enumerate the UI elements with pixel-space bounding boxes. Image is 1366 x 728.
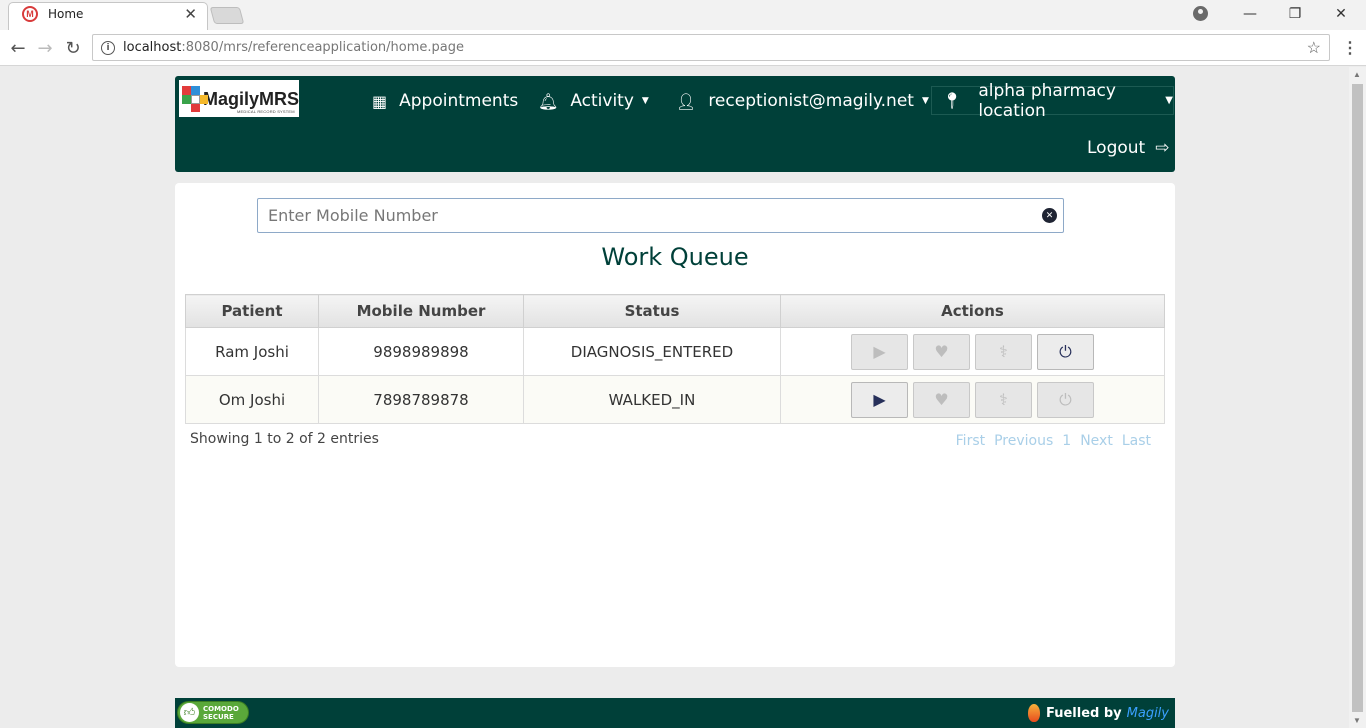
clear-search-icon[interactable]: ✕ (1042, 208, 1057, 223)
heartbeat-icon: ♥ (934, 342, 949, 361)
address-bar[interactable]: i localhost:8080/mrs/referenceapplicatio… (92, 34, 1330, 61)
browser-tab-title: Home (48, 7, 84, 21)
scroll-down-arrow-icon[interactable]: ▼ (1353, 716, 1361, 725)
calendar-icon: ▦ (372, 91, 388, 111)
chevron-down-icon: ▼ (1165, 95, 1173, 106)
play-icon: ▶ (873, 390, 886, 409)
browser-tabstrip: M Home ✕ — ❐ ✕ (0, 0, 1366, 30)
restore-button[interactable]: ❐ (1272, 0, 1318, 28)
logout-button[interactable]: Logout ⇨ (1087, 138, 1169, 158)
start-visit-button[interactable]: ▶ (851, 381, 908, 418)
url-text[interactable]: localhost:8080/mrs/referenceapplication/… (123, 40, 1307, 55)
map-marker-icon: 📍︎ (942, 91, 963, 110)
comodo-secure-badge[interactable]: 👍︎ COMODO SECURE (177, 701, 249, 724)
location-selector[interactable]: 📍︎ alpha pharmacy location ▼ (931, 81, 1174, 121)
logout-label: Logout (1087, 138, 1146, 158)
table-row: Om Joshi 7898789878 WALKED_IN ▶ ♥ ⚕ ⏻ (185, 375, 1165, 424)
column-header-patient[interactable]: Patient (185, 294, 319, 328)
pager-next[interactable]: Next (1080, 433, 1113, 449)
work-queue-table: Patient Mobile Number Status Actions Ram… (185, 294, 1165, 424)
pager-first[interactable]: First (956, 433, 985, 449)
nav-activity-label: Activity (570, 91, 634, 111)
location-label: alpha pharmacy location (978, 80, 1116, 121)
status-cell: DIAGNOSIS_ENTERED (523, 327, 781, 376)
end-visit-button[interactable]: ⏻ (1037, 381, 1094, 418)
close-tab-icon[interactable]: ✕ (184, 5, 197, 23)
logo-subtitle: MEDICAL RECORD SYSTEM (237, 109, 295, 114)
entries-info: Showing 1 to 2 of 2 entries (190, 431, 379, 447)
new-tab-button[interactable] (209, 7, 245, 24)
reload-icon[interactable]: ↻ (61, 36, 85, 60)
back-arrow-icon[interactable]: ← (6, 36, 30, 60)
table-row: Ram Joshi 9898989898 DIAGNOSIS_ENTERED ▶… (185, 327, 1165, 376)
nav-appointments[interactable]: ▦ Appointments (372, 90, 518, 112)
comodo-badge-text: COMODO SECURE (203, 704, 239, 721)
heartbeat-icon: ♥ (934, 390, 949, 409)
chevron-down-icon: ▼ (921, 96, 929, 106)
browser-menu-icon[interactable]: ⋮ (1342, 38, 1358, 58)
fuelled-by: Fuelled by Magily (1027, 704, 1169, 722)
pager-page-1[interactable]: 1 (1062, 433, 1071, 449)
mobile-number-input[interactable] (268, 200, 1042, 231)
scrollbar-thumb[interactable] (1352, 84, 1363, 712)
app-header: MagilyMRS MEDICAL RECORD SYSTEM ▦ Appoin… (175, 76, 1175, 172)
patient-name-cell: Ram Joshi (185, 327, 319, 376)
logo-text: MagilyMRS (202, 88, 299, 109)
logo-cross-icon (182, 85, 208, 112)
column-header-mobile[interactable]: Mobile Number (318, 294, 524, 328)
power-icon: ⏻ (1059, 341, 1072, 361)
bookmark-star-icon[interactable]: ☆ (1307, 38, 1321, 58)
mobile-number-cell: 9898989898 (318, 327, 524, 376)
vitals-button[interactable]: ♥ (913, 333, 970, 370)
play-icon: ▶ (873, 342, 886, 361)
flame-icon (1027, 704, 1040, 722)
mobile-number-cell: 7898789878 (318, 375, 524, 424)
nav-activity[interactable]: 🔔︎ Activity ▼ (538, 90, 649, 112)
consultation-button[interactable]: ⚕ (975, 381, 1032, 418)
thumbs-up-icon: 👍︎ (180, 703, 199, 722)
forward-arrow-icon[interactable]: → (33, 36, 57, 60)
table-header-row: Patient Mobile Number Status Actions (185, 294, 1165, 328)
start-visit-button[interactable]: ▶ (851, 333, 908, 370)
stethoscope-icon: ⚕ (999, 342, 1008, 361)
column-header-actions: Actions (780, 294, 1165, 328)
fuelled-by-label: Fuelled by (1045, 705, 1122, 721)
vitals-button[interactable]: ♥ (913, 381, 970, 418)
column-header-status[interactable]: Status (523, 294, 781, 328)
profile-icon[interactable] (1193, 6, 1208, 21)
status-cell: WALKED_IN (523, 375, 781, 424)
actions-cell: ▶ ♥ ⚕ ⏻ (780, 327, 1165, 376)
chevron-down-icon: ▼ (641, 96, 649, 106)
magily-brand-link[interactable]: Magily (1127, 706, 1169, 721)
sign-out-icon: ⇨ (1155, 138, 1170, 158)
page-title: Work Queue (601, 243, 749, 271)
minimize-button[interactable]: — (1227, 0, 1273, 28)
power-icon: ⏻ (1059, 389, 1072, 409)
patient-name-cell: Om Joshi (185, 375, 319, 424)
stethoscope-icon: ⚕ (999, 390, 1008, 409)
user-icon: 👤︎ (676, 91, 697, 111)
pager-previous[interactable]: Previous (994, 433, 1053, 449)
mobile-search[interactable]: ✕ (257, 198, 1064, 233)
scroll-up-arrow-icon[interactable]: ▲ (1353, 70, 1361, 79)
nav-user-menu[interactable]: 👤︎ receptionist@magily.net ▼ (676, 90, 929, 112)
magily-logo[interactable]: MagilyMRS MEDICAL RECORD SYSTEM (179, 80, 299, 117)
consultation-button[interactable]: ⚕ (975, 333, 1032, 370)
magily-favicon-icon: M (22, 6, 38, 22)
nav-user-label: receptionist@magily.net (708, 91, 914, 111)
pager-last[interactable]: Last (1122, 433, 1151, 449)
browser-toolbar: ← → ↻ i localhost:8080/mrs/referenceappl… (0, 30, 1366, 66)
nav-appointments-label: Appointments (399, 91, 519, 111)
actions-cell: ▶ ♥ ⚕ ⏻ (780, 375, 1165, 424)
info-icon[interactable]: i (101, 40, 115, 55)
work-queue-panel: ✕ Work Queue Patient Mobile Number Statu… (175, 183, 1175, 667)
app-footer: 👍︎ COMODO SECURE Fuelled by Magily (175, 698, 1175, 728)
browser-tab-content: M Home ✕ (18, 0, 203, 28)
close-window-button[interactable]: ✕ (1318, 0, 1364, 28)
bell-icon: 🔔︎ (538, 91, 559, 111)
end-visit-button[interactable]: ⏻ (1037, 333, 1094, 370)
pagination: First Previous 1 Next Last (956, 433, 1151, 449)
